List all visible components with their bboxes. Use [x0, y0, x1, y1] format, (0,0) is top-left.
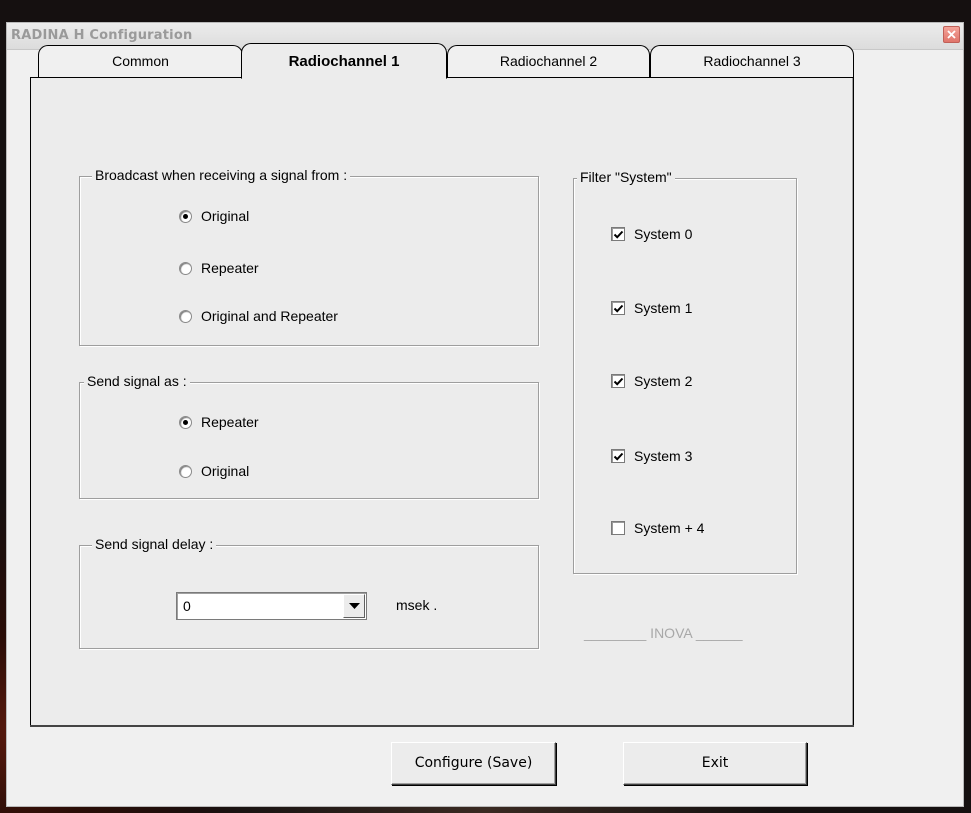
checkbox[interactable] — [611, 227, 625, 241]
tab-radiochannel-2[interactable]: Radiochannel 2 — [447, 45, 650, 77]
close-icon — [947, 30, 956, 39]
delay-value: 0 — [183, 598, 191, 614]
close-button[interactable] — [943, 26, 960, 43]
checkbox[interactable] — [611, 521, 625, 535]
exit-button[interactable]: Exit — [623, 742, 807, 785]
checkbox-label: System 3 — [634, 448, 693, 464]
radio-label: Original — [201, 208, 250, 224]
checkbox-label: System 2 — [634, 373, 693, 389]
configure-save-button[interactable]: Configure (Save) — [391, 742, 556, 785]
checkbox-system-2[interactable]: System 2 — [611, 371, 692, 391]
group-title: Send signal as : — [84, 373, 190, 389]
panel-divider — [30, 725, 854, 727]
tab-label: Radiochannel 2 — [499, 53, 598, 69]
radio-button[interactable] — [179, 309, 192, 323]
checkbox-label: System 0 — [634, 226, 693, 242]
tab-label: Radiochannel 3 — [703, 53, 801, 69]
group-title: Filter "System" — [577, 169, 675, 185]
radio-button[interactable] — [179, 261, 192, 275]
radio-broadcast-repeater[interactable]: Repeater — [179, 258, 259, 278]
checkbox[interactable] — [611, 374, 625, 388]
delay-select[interactable]: 0 — [176, 592, 367, 620]
group-title: Send signal delay : — [92, 536, 217, 552]
delay-unit-label: msek . — [396, 597, 438, 613]
chevron-down-icon — [349, 603, 360, 609]
checkbox-label: System + 4 — [634, 520, 705, 536]
radio-label: Original — [201, 463, 250, 479]
brand-label: ________ INOVA ______ — [584, 625, 743, 641]
tab-label: Radiochannel 1 — [288, 53, 400, 70]
checkbox-system-1[interactable]: System 1 — [611, 298, 692, 318]
send-as-group: Send signal as : — [79, 373, 539, 499]
radio-broadcast-original[interactable]: Original — [179, 206, 249, 226]
radio-label: Repeater — [201, 414, 259, 430]
checkmark-icon — [613, 230, 624, 239]
checkbox[interactable] — [611, 449, 625, 463]
tab-label: Common — [112, 53, 169, 69]
dropdown-button[interactable] — [343, 594, 365, 618]
radio-send-original[interactable]: Original — [179, 461, 249, 481]
checkmark-icon — [613, 377, 624, 386]
checkbox-label: System 1 — [634, 300, 693, 316]
radio-broadcast-original-and-repeater[interactable]: Original and Repeater — [179, 306, 338, 326]
checkmark-icon — [613, 452, 624, 461]
checkbox-system-0[interactable]: System 0 — [611, 224, 692, 244]
radio-label: Original and Repeater — [201, 308, 338, 324]
checkbox-system-3[interactable]: System 3 — [611, 446, 692, 466]
radio-button[interactable] — [179, 464, 192, 478]
checkbox-system-plus-4[interactable]: System + 4 — [611, 518, 704, 538]
checkmark-icon — [613, 304, 624, 313]
radio-button[interactable] — [179, 209, 192, 223]
radio-label: Repeater — [201, 260, 259, 276]
checkbox[interactable] — [611, 301, 625, 315]
tab-common[interactable]: Common — [38, 45, 243, 77]
window-title: RADINA H Configuration — [11, 28, 193, 43]
radio-send-repeater[interactable]: Repeater — [179, 412, 259, 432]
tab-radiochannel-3[interactable]: Radiochannel 3 — [650, 45, 854, 77]
tab-radiochannel-1[interactable]: Radiochannel 1 — [241, 43, 447, 79]
group-title: Broadcast when receiving a signal from : — [92, 167, 351, 183]
radio-button[interactable] — [179, 415, 192, 429]
